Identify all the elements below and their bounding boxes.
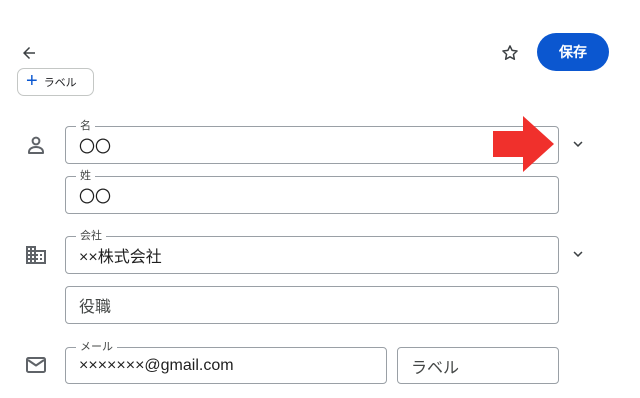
red-arrow-annotation xyxy=(493,116,557,172)
job-title-field[interactable]: 役職 xyxy=(65,286,559,324)
chevron-down-icon xyxy=(569,135,587,153)
email-label-placeholder: ラベル xyxy=(411,359,460,377)
first-name-field[interactable]: 名 〇〇 xyxy=(65,119,559,164)
last-name-label: 姓 xyxy=(76,169,95,183)
email-value: ×××××××@gmail.com xyxy=(79,356,234,374)
add-label-button[interactable]: + ラベル xyxy=(17,68,94,96)
last-name-value: 〇〇 xyxy=(79,189,112,206)
email-label: メール xyxy=(76,340,117,354)
add-label-text: ラベル xyxy=(43,77,77,89)
building-icon xyxy=(24,243,48,267)
email-field[interactable]: メール ×××××××@gmail.com xyxy=(65,340,387,384)
job-title-placeholder: 役職 xyxy=(79,299,112,316)
chevron-down-icon xyxy=(569,245,587,263)
plus-icon: + xyxy=(26,70,38,92)
expand-company-button[interactable] xyxy=(566,242,590,266)
company-field[interactable]: 会社 ××株式会社 xyxy=(65,229,559,274)
company-value: ××株式会社 xyxy=(79,249,162,266)
mail-icon xyxy=(24,353,48,377)
email-label-select[interactable]: ラベル xyxy=(397,347,559,384)
save-button[interactable]: 保存 xyxy=(537,33,609,71)
first-name-label: 名 xyxy=(76,119,95,133)
back-button[interactable] xyxy=(16,40,42,66)
last-name-field[interactable]: 姓 〇〇 xyxy=(65,169,559,214)
expand-name-button[interactable] xyxy=(566,132,590,156)
arrow-left-icon xyxy=(20,44,38,62)
first-name-value: 〇〇 xyxy=(79,139,112,156)
star-outline-icon xyxy=(500,43,520,63)
company-label: 会社 xyxy=(76,229,106,243)
favorite-button[interactable] xyxy=(497,40,523,66)
person-icon xyxy=(24,133,48,157)
